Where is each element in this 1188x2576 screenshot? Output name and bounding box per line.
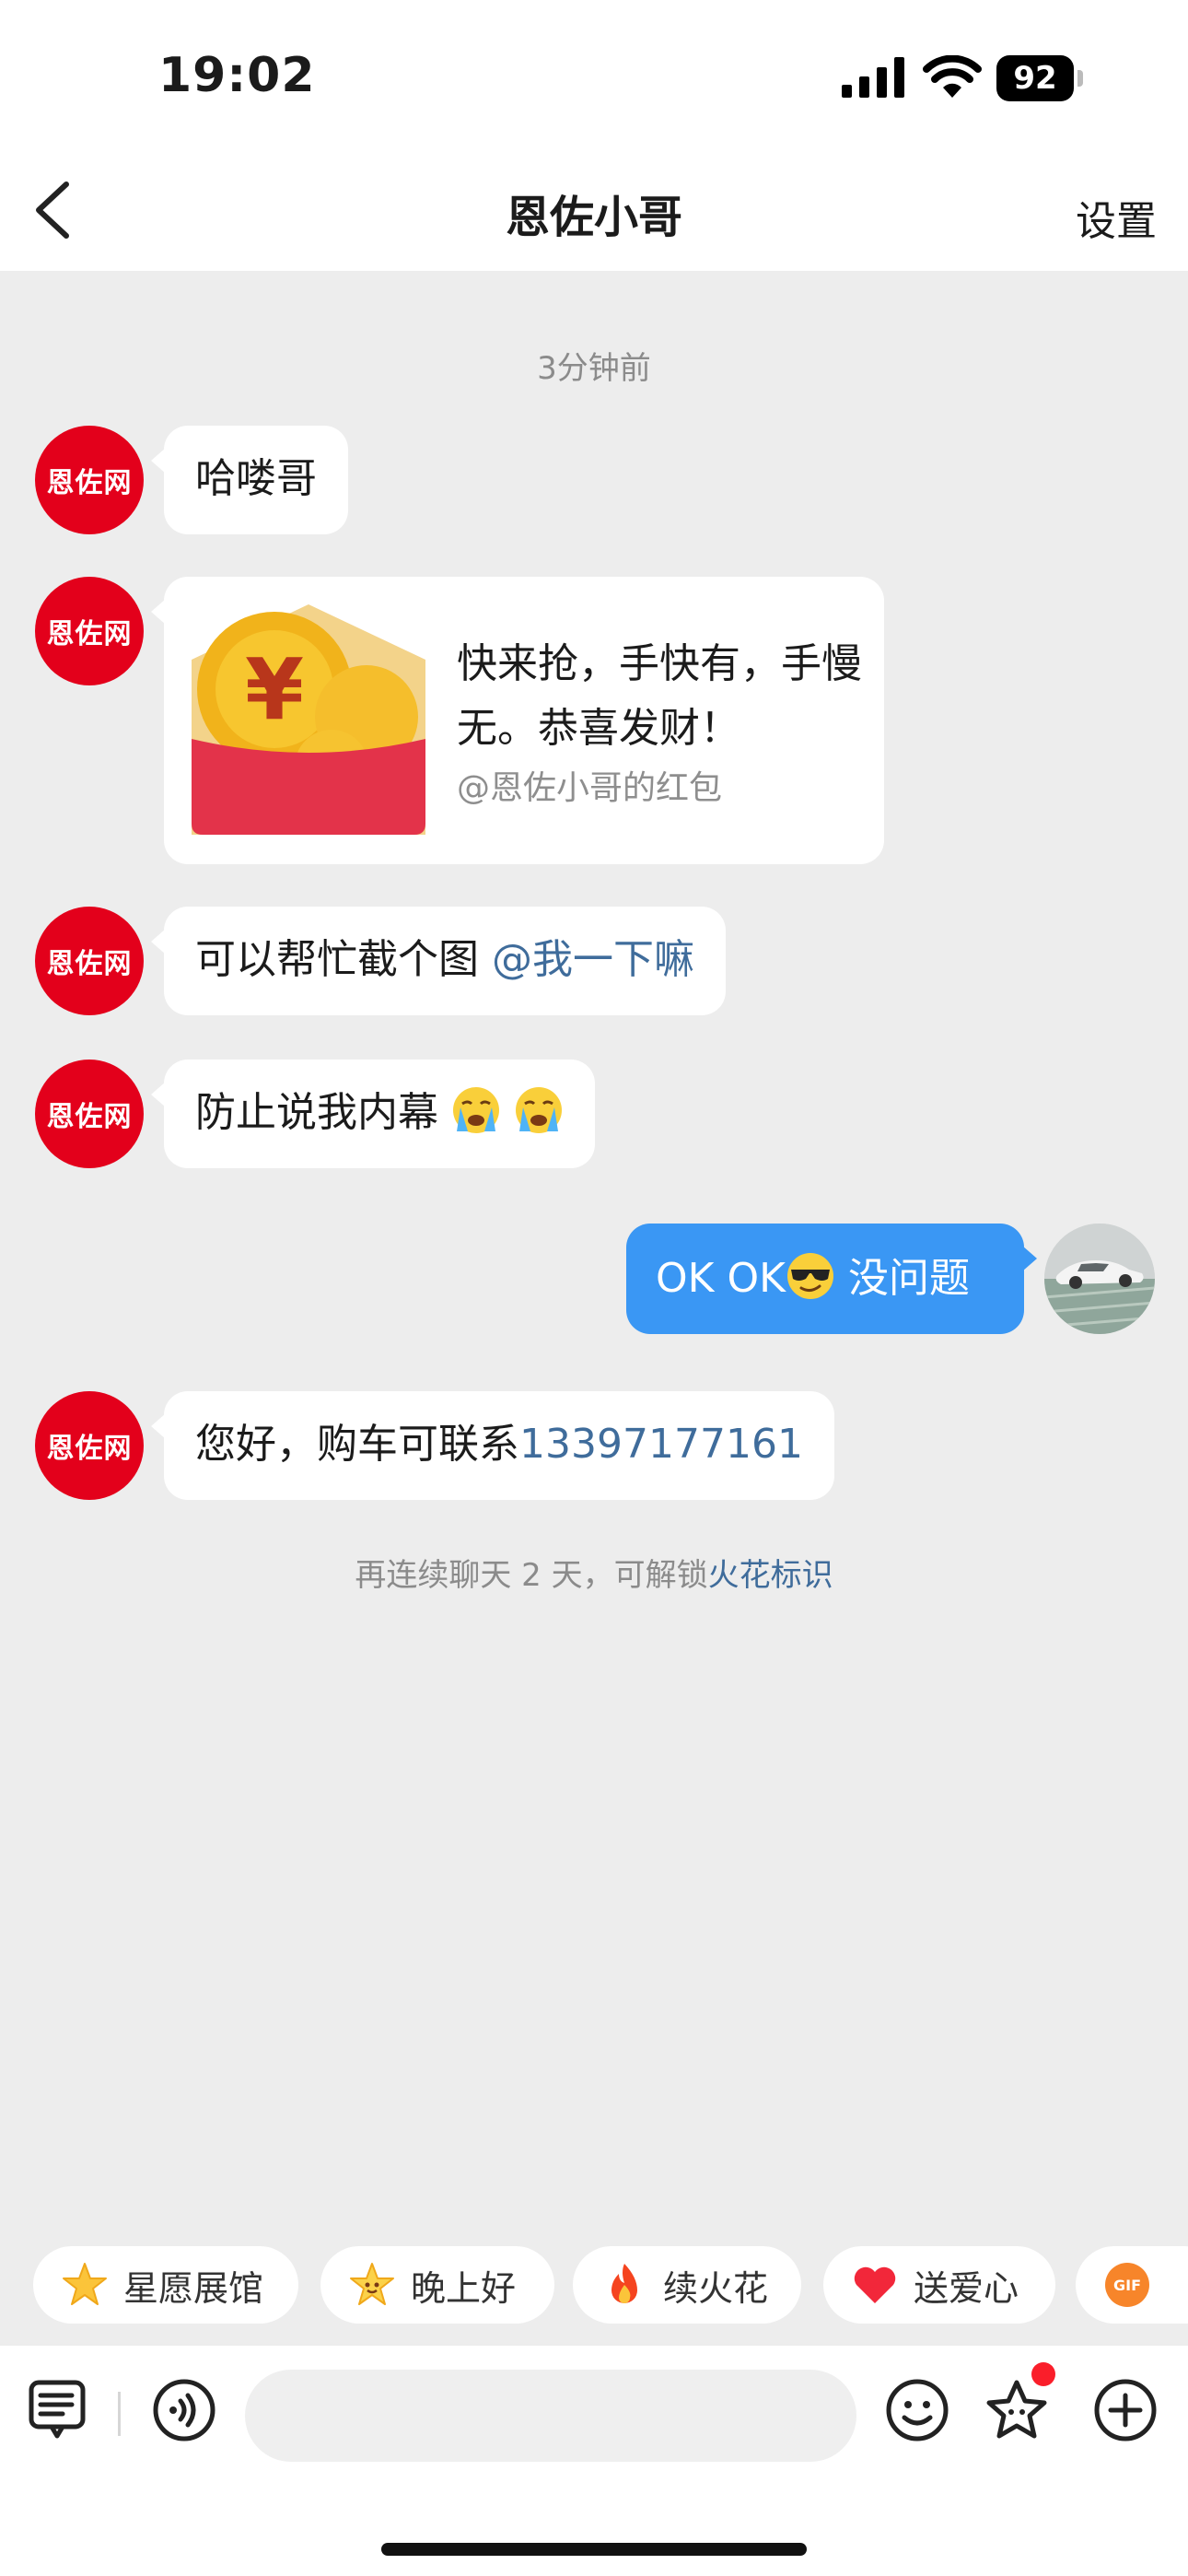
sunglasses-face-icon bbox=[786, 1253, 833, 1299]
message-bubble: 您好，购车可联系13397177161 bbox=[151, 1391, 834, 1500]
home-indicator[interactable] bbox=[381, 2543, 807, 2556]
streak-hint-text: 再连续聊天 2 天，可解锁 bbox=[355, 1557, 708, 1594]
wifi-icon bbox=[923, 55, 982, 98]
heart-icon bbox=[854, 2266, 896, 2303]
star-sticker-icon[interactable] bbox=[984, 2377, 1050, 2443]
message-text: 可以帮忙截个图 bbox=[195, 936, 479, 983]
notification-dot bbox=[1031, 2362, 1055, 2386]
message-text: 没问题 bbox=[847, 1255, 970, 1302]
fire-icon bbox=[611, 2264, 637, 2303]
svg-text:¥: ¥ bbox=[245, 640, 304, 739]
message-bubble: 可以帮忙截个图 @我一下嘛 bbox=[151, 907, 726, 1015]
message-text: 哈喽哥 bbox=[195, 455, 317, 502]
crying-face-icon bbox=[453, 1087, 499, 1133]
gif-icon: GIF bbox=[1105, 2263, 1149, 2307]
chip-label: 续火花 bbox=[663, 2267, 769, 2309]
input-bar bbox=[0, 2346, 1188, 2576]
mention-link[interactable]: @我一下嘛 bbox=[492, 936, 694, 983]
spark-badge-link[interactable]: 火花标识 bbox=[708, 1557, 833, 1594]
contact-avatar[interactable]: 恩佐网 bbox=[35, 1391, 144, 1500]
red-packet-card[interactable]: ¥ 快来抢，手快有，手慢无。恭喜发财！ @恩佐小哥的红包 bbox=[151, 577, 884, 864]
crying-face-icon bbox=[516, 1087, 562, 1133]
streak-hint: 再连续聊天 2 天，可解锁火花标识 bbox=[0, 1550, 1188, 1595]
red-packet-title: 快来抢，手快有，手慢无。恭喜发财！ bbox=[457, 640, 862, 752]
message-bubble: 哈喽哥 bbox=[151, 426, 348, 534]
car-photo bbox=[1044, 1224, 1155, 1334]
message-input[interactable] bbox=[245, 2370, 856, 2462]
user-avatar[interactable] bbox=[1044, 1224, 1155, 1334]
contact-avatar[interactable]: 恩佐网 bbox=[35, 577, 144, 685]
svg-text:GIF: GIF bbox=[1113, 2277, 1141, 2294]
phone-number-link[interactable]: 13397177161 bbox=[519, 1421, 803, 1468]
quick-reply-chip[interactable]: 送爱心 bbox=[823, 2246, 1055, 2324]
message-text: OK OK bbox=[656, 1255, 786, 1302]
emoji-face-icon[interactable] bbox=[884, 2377, 950, 2443]
chip-label: 星愿展馆 bbox=[123, 2267, 264, 2309]
star-icon bbox=[63, 2263, 107, 2305]
smiling-star-icon bbox=[350, 2263, 394, 2305]
quick-reply-chip[interactable]: 续火花 bbox=[573, 2246, 801, 2324]
contact-avatar[interactable]: 恩佐网 bbox=[35, 1060, 144, 1168]
red-packet-sender: @恩佐小哥的红包 bbox=[457, 769, 723, 807]
settings-button[interactable]: 设置 bbox=[1076, 188, 1157, 247]
plus-icon[interactable] bbox=[1092, 2377, 1159, 2443]
contact-avatar[interactable]: 恩佐网 bbox=[35, 426, 144, 534]
status-time: 19:02 bbox=[158, 48, 316, 103]
contact-avatar[interactable]: 恩佐网 bbox=[35, 907, 144, 1015]
menu-list-icon[interactable] bbox=[26, 2377, 92, 2443]
cellular-signal-icon bbox=[842, 57, 904, 98]
self-message-bubble: OK OK 没问题 bbox=[626, 1224, 1037, 1334]
quick-reply-chip[interactable]: GIF bbox=[1076, 2246, 1188, 2324]
voice-icon[interactable] bbox=[151, 2377, 217, 2443]
message-text: 防止说我内幕 bbox=[195, 1089, 438, 1136]
chip-label: 晚上好 bbox=[411, 2267, 517, 2309]
battery-level: 92 bbox=[996, 55, 1074, 101]
status-bar: 19:02 92 bbox=[0, 0, 1188, 157]
quick-reply-chip[interactable]: 晚上好 bbox=[320, 2246, 554, 2324]
chip-label: 送爱心 bbox=[914, 2267, 1019, 2309]
message-timestamp: 3分钟前 bbox=[537, 350, 651, 387]
battery-indicator: 92 bbox=[996, 55, 1083, 101]
message-bubble: 防止说我内幕 bbox=[151, 1060, 595, 1168]
quick-reply-chip[interactable]: 星愿展馆 bbox=[33, 2246, 298, 2324]
red-envelope-icon: ¥ bbox=[192, 604, 425, 835]
nav-bar: 恩佐小哥 设置 bbox=[0, 157, 1188, 271]
message-text: 您好，购车可联系 bbox=[195, 1421, 519, 1468]
chat-title: 恩佐小哥 bbox=[505, 192, 682, 243]
